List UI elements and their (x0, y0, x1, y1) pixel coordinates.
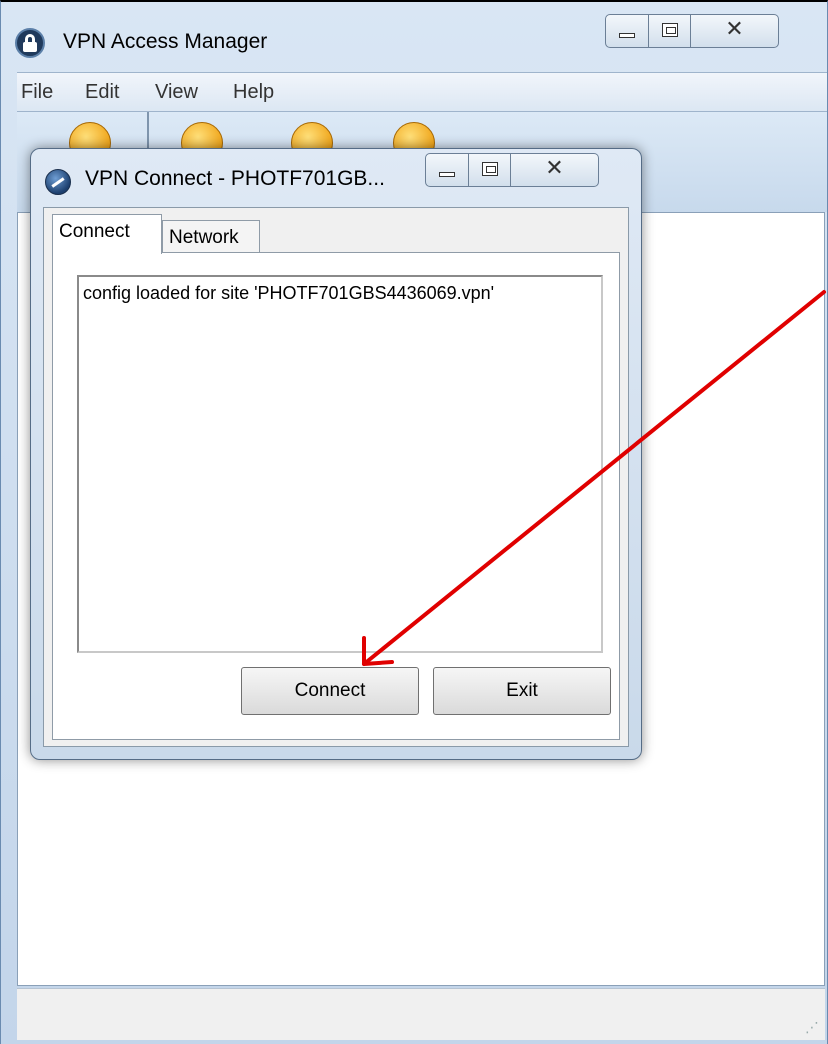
vpn-connect-icon (45, 169, 71, 195)
menu-file[interactable]: File (21, 81, 53, 104)
main-title-bar[interactable]: VPN Access Manager ✕ (1, 2, 827, 66)
main-maximize-button[interactable] (649, 14, 691, 48)
minimize-icon (619, 33, 635, 38)
log-line: config loaded for site 'PHOTF701GBS44360… (83, 283, 495, 303)
resize-grip-icon[interactable]: ⋰ (805, 1020, 819, 1036)
dialog-title: VPN Connect - PHOTF701GB... (85, 167, 385, 190)
menu-view[interactable]: View (155, 81, 198, 104)
close-icon: ✕ (545, 156, 564, 181)
toolbar-separator (147, 112, 149, 152)
connect-button[interactable]: Connect (241, 667, 419, 715)
main-close-button[interactable]: ✕ (691, 14, 779, 48)
maximize-icon (661, 23, 678, 37)
exit-button[interactable]: Exit (433, 667, 611, 715)
menu-help[interactable]: Help (233, 81, 274, 104)
status-bar: ⋰ (17, 988, 825, 1040)
tab-network[interactable]: Network (162, 220, 260, 254)
dialog-close-button[interactable]: ✕ (511, 153, 599, 187)
maximize-icon (481, 162, 498, 176)
dialog-body: Connect Network config loaded for site '… (43, 207, 629, 747)
dialog-maximize-button[interactable] (469, 153, 511, 187)
menu-edit[interactable]: Edit (85, 81, 119, 104)
main-window-title: VPN Access Manager (63, 30, 268, 53)
connect-tab-panel: config loaded for site 'PHOTF701GBS44360… (52, 252, 620, 740)
minimize-icon (439, 172, 455, 177)
vpn-connect-dialog: VPN Connect - PHOTF701GB... ✕ Connect Ne… (30, 148, 642, 760)
vpn-lock-icon (15, 28, 45, 58)
tab-connect[interactable]: Connect (52, 214, 162, 254)
connection-log[interactable]: config loaded for site 'PHOTF701GBS44360… (77, 275, 603, 653)
close-icon: ✕ (725, 17, 744, 42)
main-minimize-button[interactable] (605, 14, 649, 48)
menu-bar: File Edit View Help (17, 72, 827, 112)
dialog-minimize-button[interactable] (425, 153, 469, 187)
